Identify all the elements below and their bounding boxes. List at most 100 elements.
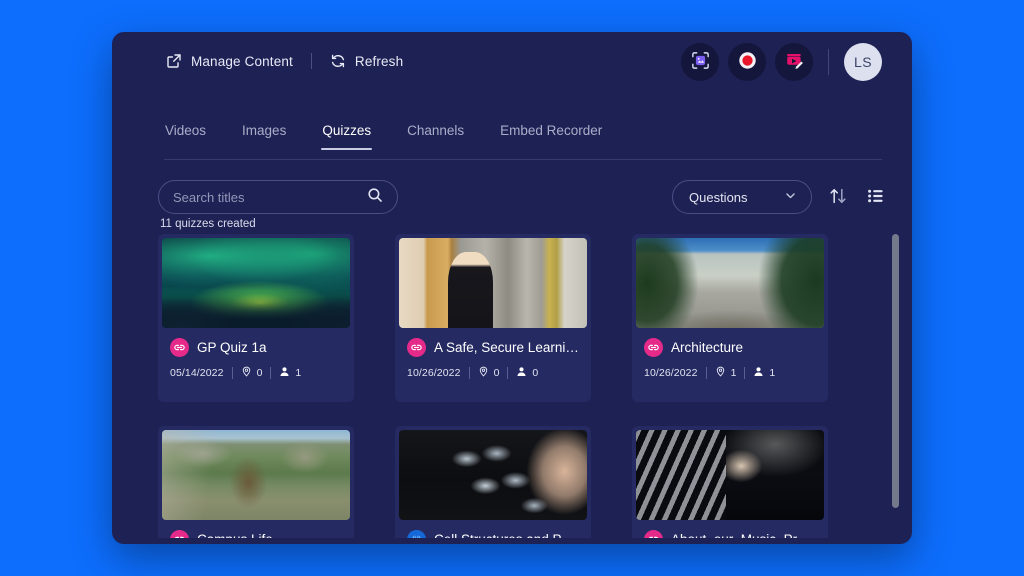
scrollbar-track[interactable]	[892, 234, 900, 508]
meta-divider	[507, 367, 509, 379]
quiz-views-stat: 1	[753, 366, 775, 380]
quiz-title-row: About_our_Music_Pro…	[644, 530, 816, 538]
quiz-title-row: Cell Structures and P…	[407, 530, 579, 538]
quiz-card-body: A Safe, Secure Learni… 10/26/2022 0 0	[399, 328, 587, 380]
quiz-card-body: About_our_Music_Pro…11/07/202210	[636, 520, 824, 538]
external-link-icon	[166, 53, 182, 69]
refresh-icon	[330, 53, 346, 69]
location-pin-icon	[715, 366, 726, 380]
app-window: Manage Content Refresh LS Videos Images …	[112, 32, 912, 544]
quiz-card-body: Architecture 10/26/2022 1 1	[636, 328, 824, 380]
tab-embed-recorder[interactable]: Embed Recorder	[499, 120, 603, 149]
list-view-button[interactable]	[864, 184, 888, 211]
quiz-meta: 05/14/2022 0 1	[170, 366, 342, 380]
meta-divider	[705, 367, 707, 379]
user-icon	[753, 366, 764, 380]
meta-divider	[270, 367, 272, 379]
avatar-initials: LS	[854, 54, 872, 70]
sort-arrows-icon	[828, 186, 848, 209]
quiz-link-icon	[170, 530, 189, 538]
user-icon	[516, 366, 527, 380]
quiz-questions-count: 0	[493, 367, 500, 379]
quiz-title-row: GP Quiz 1a	[170, 338, 342, 357]
top-toolbar: Manage Content Refresh LS	[112, 32, 912, 92]
toolbar-divider	[310, 53, 312, 69]
tab-bar: Videos Images Quizzes Channels Embed Recorde…	[164, 120, 882, 160]
quiz-count-label: 11 quizzes created	[160, 218, 256, 230]
manage-content-button[interactable]: Manage Content	[164, 50, 295, 72]
refresh-label: Refresh	[354, 53, 404, 69]
quiz-card[interactable]: About_our_Music_Pro…11/07/202210	[632, 426, 828, 538]
refresh-button[interactable]: Refresh	[328, 50, 405, 72]
quiz-views-count: 0	[532, 367, 539, 379]
quiz-thumbnail[interactable]	[399, 238, 587, 328]
quiz-card[interactable]: Campus Life10/27/202211	[158, 426, 354, 538]
quiz-thumbnail[interactable]	[636, 430, 824, 520]
avatar[interactable]: LS	[844, 43, 882, 81]
quiz-link-icon	[407, 338, 426, 357]
quiz-title: Cell Structures and P…	[434, 532, 575, 538]
tab-images[interactable]: Images	[241, 120, 287, 149]
scrollbar-thumb[interactable]	[892, 234, 899, 508]
quiz-views-stat: 1	[279, 366, 301, 380]
quiz-title-row: Campus Life	[170, 530, 342, 538]
quiz-questions-stat: 0	[478, 366, 500, 380]
quiz-card[interactable]: A Safe, Secure Learni… 10/26/2022 0 0	[395, 234, 591, 402]
quiz-title: A Safe, Secure Learni…	[434, 340, 579, 355]
meta-divider	[744, 367, 746, 379]
tab-channels[interactable]: Channels	[406, 120, 465, 149]
quiz-card[interactable]: Cell Structures and P…10/27/202210	[395, 426, 591, 538]
quiz-questions-stat: 0	[241, 366, 263, 380]
quiz-thumbnail[interactable]	[399, 430, 587, 520]
quiz-questions-stat: 1	[715, 366, 737, 380]
quiz-thumbnail[interactable]	[162, 430, 350, 520]
quiz-title: Architecture	[671, 340, 744, 355]
quiz-link-icon	[644, 530, 663, 538]
quiz-thumbnail[interactable]	[162, 238, 350, 328]
record-button-icon	[737, 50, 758, 74]
meta-divider	[231, 367, 233, 379]
sort-by-value: Questions	[689, 189, 748, 205]
list-view-icon	[866, 186, 886, 209]
controls-row: 11 quizzes created Questions	[158, 180, 888, 230]
quiz-views-count: 1	[769, 367, 776, 379]
search-input[interactable]	[173, 189, 367, 205]
toolbar-utilities: LS	[681, 43, 882, 81]
quiz-card-body: GP Quiz 1a 05/14/2022 0 1	[162, 328, 350, 380]
sort-by-select[interactable]: Questions	[672, 180, 812, 214]
search-icon[interactable]	[367, 187, 383, 208]
quiz-link-icon	[170, 338, 189, 357]
toolbar-divider	[828, 49, 829, 75]
quiz-views-stat: 0	[516, 366, 538, 380]
tab-videos[interactable]: Videos	[164, 120, 207, 149]
location-pin-icon	[478, 366, 489, 380]
user-icon	[279, 366, 290, 380]
video-editor-button[interactable]	[775, 43, 813, 81]
toolbar-actions: Manage Content Refresh	[164, 50, 405, 72]
quiz-questions-count: 1	[730, 367, 737, 379]
quiz-globe-icon	[407, 530, 426, 538]
quiz-card-grid: GP Quiz 1a 05/14/2022 0 1 A Safe, Secure Lea…	[158, 234, 882, 538]
view-controls: Questions	[672, 180, 888, 214]
quiz-title-row: Architecture	[644, 338, 816, 357]
quiz-meta: 10/26/2022 1 1	[644, 366, 816, 380]
quiz-card-body: Campus Life10/27/202211	[162, 520, 350, 538]
quiz-title: About_our_Music_Pro…	[671, 532, 816, 538]
quiz-card[interactable]: Architecture 10/26/2022 1 1	[632, 234, 828, 402]
screenshot-capture-icon	[690, 50, 711, 74]
location-pin-icon	[241, 366, 252, 380]
record-button[interactable]	[728, 43, 766, 81]
quiz-date: 05/14/2022	[170, 367, 224, 379]
tab-quizzes[interactable]: Quizzes	[321, 120, 372, 150]
quiz-title-row: A Safe, Secure Learni…	[407, 338, 579, 357]
quiz-views-count: 1	[295, 367, 302, 379]
sort-order-button[interactable]	[826, 184, 850, 211]
quiz-date: 10/26/2022	[407, 367, 461, 379]
quiz-questions-count: 0	[256, 367, 263, 379]
screenshot-capture-button[interactable]	[681, 43, 719, 81]
quiz-card-body: Cell Structures and P…10/27/202210	[399, 520, 587, 538]
quiz-card[interactable]: GP Quiz 1a 05/14/2022 0 1	[158, 234, 354, 402]
quiz-link-icon	[644, 338, 663, 357]
search-box[interactable]	[158, 180, 398, 214]
quiz-thumbnail[interactable]	[636, 238, 824, 328]
